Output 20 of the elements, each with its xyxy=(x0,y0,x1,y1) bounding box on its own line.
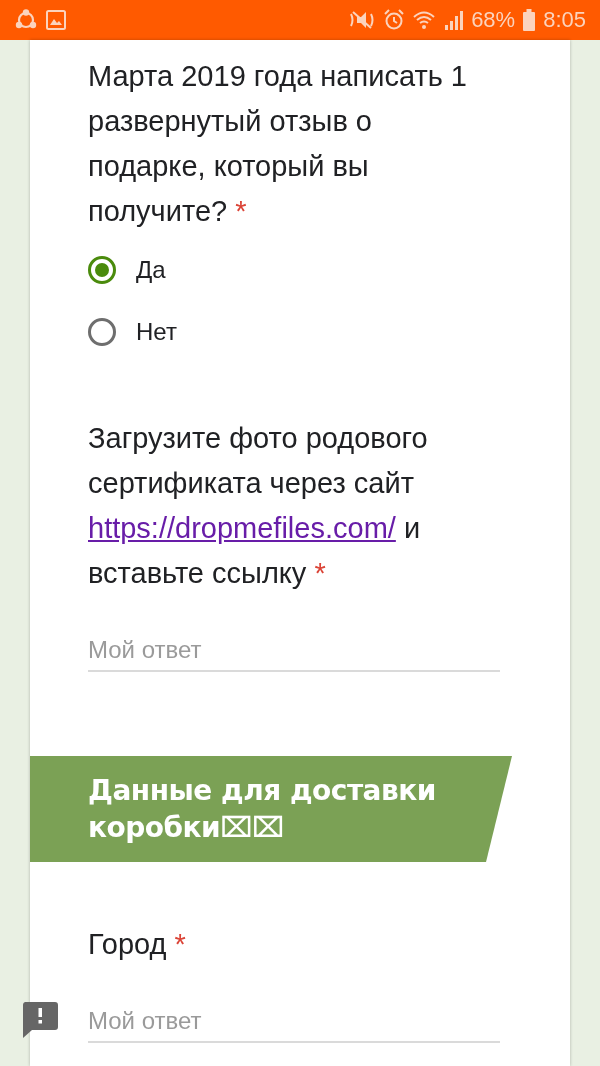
feedback-icon[interactable] xyxy=(22,1002,58,1038)
question-text: Город * xyxy=(88,927,187,962)
wifi-icon xyxy=(413,10,436,30)
answer-field[interactable]: Мой ответ xyxy=(88,636,500,672)
option-label: Нет xyxy=(136,318,177,346)
link[interactable]: https://dropmefiles.com/ xyxy=(88,512,396,544)
radio-button[interactable] xyxy=(88,256,116,284)
section-title: Данные для доставки коробки⌧⌧ xyxy=(88,774,436,844)
alarm-icon xyxy=(383,9,406,31)
mute-icon xyxy=(349,10,376,30)
answer-field[interactable]: Мой ответ xyxy=(88,1007,500,1043)
image-icon xyxy=(46,10,66,30)
signal-icon xyxy=(443,10,464,30)
battery-percent: 68% xyxy=(471,7,516,33)
question-text: Марта 2019 года написать 1 развернутый отзыв о подарке, который вы получите? * xyxy=(88,59,468,229)
battery-icon xyxy=(523,9,536,31)
question-text: Загрузите фото родового сертификата через сайт https://dropmefiles.com/ и вставьте ссылку * xyxy=(88,421,429,591)
radio-button[interactable] xyxy=(88,318,116,346)
clock: 8:05 xyxy=(543,7,586,33)
option-label: Да xyxy=(136,256,166,284)
